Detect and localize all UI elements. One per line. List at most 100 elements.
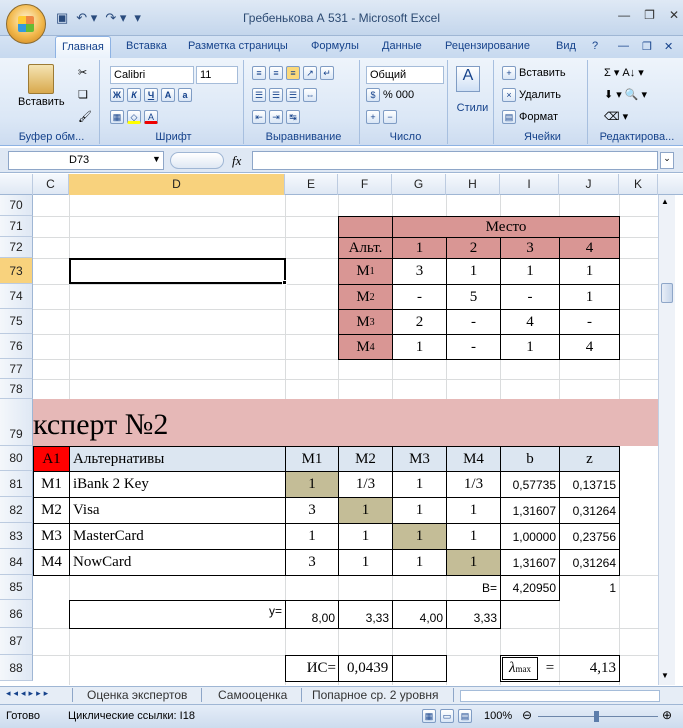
name-box-dropdown-icon[interactable]: ▼ [152, 154, 161, 164]
place-cell[interactable]: - [392, 284, 447, 310]
vertical-scrollbar[interactable]: ▲ ▼ [658, 195, 675, 685]
tab-view[interactable]: Вид [556, 40, 576, 52]
font-color-icon[interactable]: A [144, 110, 158, 124]
matrix-cell[interactable]: 1/3 [446, 471, 501, 498]
col-header-e[interactable]: E [285, 174, 338, 195]
place-row-label[interactable]: M4 [338, 334, 393, 360]
italic-icon[interactable]: К [127, 88, 141, 102]
j85-value[interactable]: 1 [559, 575, 619, 600]
place-cell[interactable]: - [500, 284, 560, 310]
expand-formula-icon[interactable]: ⌄ [660, 152, 674, 169]
autosum-icon[interactable]: Σ ▾ [604, 66, 619, 79]
tab-home[interactable]: Главная [55, 36, 111, 58]
y-value[interactable]: 3,33 [446, 600, 501, 629]
matrix-cell[interactable]: 1 [285, 471, 339, 498]
scroll-thumb[interactable] [661, 283, 673, 303]
place-cell[interactable]: 1 [446, 258, 501, 285]
page-layout-view-icon[interactable]: ▭ [440, 709, 454, 723]
shrink-font-icon[interactable]: a [178, 88, 192, 102]
percent-button[interactable]: % [383, 89, 393, 101]
matrix-cell[interactable]: 1 [392, 497, 447, 524]
maximize-icon[interactable]: ❐ [644, 8, 655, 22]
b-sum-value[interactable]: 4,20950 [500, 575, 560, 601]
tab-page-layout[interactable]: Разметка страницы [188, 40, 288, 52]
matrix-cell[interactable]: 1 [392, 523, 447, 550]
alt-name[interactable]: iBank 2 Key [69, 471, 286, 498]
zoom-level[interactable]: 100% [484, 710, 512, 722]
align-bottom-icon[interactable]: ≡ [286, 66, 300, 80]
active-cell-d73[interactable] [69, 258, 286, 284]
ribbon-minimize-icon[interactable]: — [618, 40, 629, 52]
place-title[interactable]: Место [392, 216, 620, 238]
tab-data[interactable]: Данные [382, 40, 422, 52]
place-cell[interactable]: 1 [500, 258, 560, 285]
place-header[interactable]: 3 [500, 237, 560, 259]
place-header[interactable]: 1 [392, 237, 447, 259]
b-value[interactable]: 1,31607 [500, 549, 560, 576]
grow-font-icon[interactable]: A [161, 88, 175, 102]
wrap-text-icon[interactable]: ↵ [320, 66, 334, 80]
insert-cells-button[interactable]: + Вставить [502, 66, 566, 80]
place-header[interactable]: 4 [559, 237, 620, 259]
row-header[interactable]: 83 [0, 523, 33, 549]
row-header[interactable]: 76 [0, 334, 33, 359]
row-header[interactable]: 75 [0, 309, 33, 334]
matrix-cell[interactable]: 1/3 [338, 471, 393, 498]
place-header[interactable]: 2 [446, 237, 501, 259]
minimize-icon[interactable]: — [618, 8, 630, 22]
align-right-icon[interactable]: ☰ [286, 88, 300, 102]
row-header[interactable]: 87 [0, 628, 33, 655]
place-cell[interactable]: - [446, 334, 501, 360]
matrix-cell[interactable]: 1 [392, 471, 447, 498]
sheet-tab[interactable]: Оценка экспертов [72, 688, 203, 702]
is-empty-cell[interactable] [392, 655, 447, 682]
place-cell[interactable]: 1 [559, 258, 620, 285]
y-value[interactable]: 8,00 [285, 600, 339, 629]
decrease-decimal-icon[interactable]: − [383, 110, 397, 124]
row-header[interactable]: 73 [0, 258, 33, 284]
main-header[interactable]: M2 [338, 446, 393, 472]
currency-icon[interactable]: $ [366, 88, 380, 102]
page-break-view-icon[interactable]: ▤ [458, 709, 472, 723]
row-id[interactable]: M1 [33, 471, 70, 498]
row-header[interactable]: 81 [0, 471, 33, 497]
row-header[interactable]: 82 [0, 497, 33, 523]
sheet-tab[interactable]: Попарное ср. 2 уровня [298, 688, 454, 702]
y-value[interactable]: 4,00 [392, 600, 447, 629]
col-header-j[interactable]: J [559, 174, 619, 195]
lambda-max-label[interactable]: λ max [502, 657, 538, 680]
row-header[interactable]: 72 [0, 237, 33, 258]
col-header-k[interactable]: K [619, 174, 658, 195]
row-header[interactable]: 84 [0, 549, 33, 575]
place-cell[interactable]: 4 [500, 309, 560, 335]
place-row-label[interactable]: M1 [338, 258, 393, 285]
y-label[interactable]: y= [69, 600, 286, 629]
row-id[interactable]: M2 [33, 497, 70, 524]
zoom-in-icon[interactable]: ⊕ [662, 708, 672, 722]
merge-center-icon[interactable]: ⇔ [303, 88, 317, 102]
row-header[interactable]: 71 [0, 216, 33, 237]
row-header[interactable]: 79 [0, 399, 33, 446]
alternatives-header[interactable]: Альтернативы [69, 446, 286, 472]
matrix-cell[interactable]: 1 [446, 549, 501, 576]
font-name-select[interactable]: Calibri [110, 66, 194, 84]
b-value[interactable]: 1,31607 [500, 497, 560, 524]
row-header[interactable]: 70 [0, 195, 33, 216]
place-alt-header[interactable]: Альт. [338, 237, 393, 259]
sheet-nav-icon[interactable]: ◂◂◂▸▸▸ [6, 688, 51, 699]
copy-icon[interactable]: ❏ [78, 88, 88, 101]
z-value[interactable]: 0,23756 [559, 523, 620, 550]
insert-function-icon[interactable]: fx [232, 153, 241, 169]
zoom-out-icon[interactable]: ⊖ [522, 708, 532, 722]
sort-filter-icon[interactable]: A↓ ▾ [622, 66, 643, 79]
ribbon-close-icon[interactable]: ✕ [664, 40, 673, 53]
b-value[interactable]: 1,00000 [500, 523, 560, 550]
place-cell[interactable]: 3 [392, 258, 447, 285]
matrix-cell[interactable]: 3 [285, 549, 339, 576]
name-box[interactable]: D73 [8, 151, 164, 170]
help-icon[interactable]: ? [592, 40, 598, 52]
place-cell[interactable]: 2 [392, 309, 447, 335]
main-header[interactable]: M1 [285, 446, 339, 472]
tab-formulas[interactable]: Формулы [311, 40, 359, 52]
row-header[interactable]: 85 [0, 575, 33, 600]
